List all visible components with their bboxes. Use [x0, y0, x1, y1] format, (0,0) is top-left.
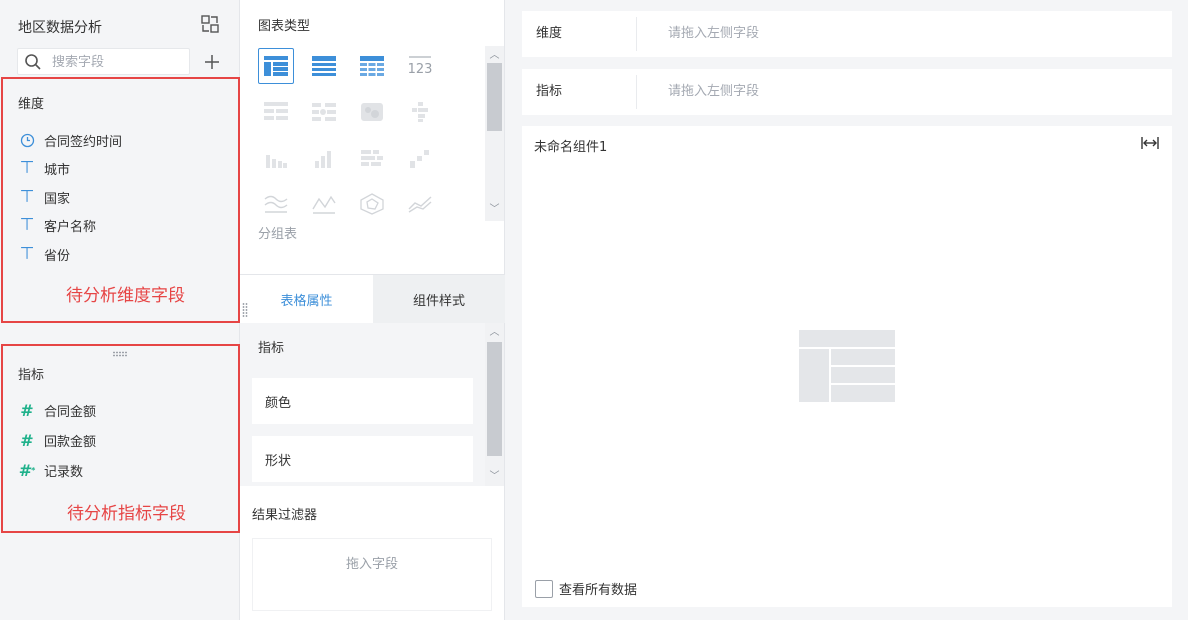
number-type-icon: #: [20, 430, 34, 450]
text-type-icon: ⊤: [19, 187, 35, 207]
property-tabs: 表格属性 组件样式: [240, 275, 505, 323]
dimension-field-item[interactable]: 合同签约时间: [18, 129, 122, 151]
add-field-icon[interactable]: [203, 53, 221, 71]
component-canvas: 未命名组件1 查看所有数据: [522, 126, 1172, 607]
view-all-data-option[interactable]: 查看所有数据: [535, 579, 637, 598]
dimension-field-item[interactable]: ⊤ 国家: [18, 186, 70, 208]
property-area: 指标 颜色 形状: [240, 323, 485, 486]
metric-dropzone[interactable]: 请拖入左侧字段: [668, 69, 759, 115]
disabled-chart-type-icon: [258, 94, 294, 130]
field-label: 回款金额: [44, 434, 97, 450]
metric-section-title: 指标: [18, 368, 45, 383]
preview-panel: 维度 请拖入左侧字段 指标 请拖入左侧字段 未命名组件1 查看所有数据: [506, 0, 1188, 620]
metric-field-item[interactable]: # 回款金额: [18, 429, 96, 451]
disabled-chart-type-icon: [306, 94, 342, 130]
field-search-input[interactable]: [52, 52, 184, 72]
field-label: 客户名称: [44, 219, 97, 235]
number-card-chart-button[interactable]: 123: [402, 48, 438, 84]
disabled-chart-type-icon: [354, 140, 390, 176]
field-label: 国家: [44, 191, 71, 207]
count-type-icon: # *: [18, 460, 36, 480]
shape-property-card[interactable]: 形状: [252, 436, 473, 482]
dimension-section-title: 维度: [18, 97, 45, 112]
field-label: 合同金额: [44, 404, 97, 420]
svg-text:123: 123: [408, 62, 433, 77]
detail-table-chart-button[interactable]: [354, 48, 390, 84]
row-separator: [636, 17, 637, 51]
scroll-up-icon[interactable]: ︿: [488, 50, 501, 62]
dimension-dropzone[interactable]: 请拖入左侧字段: [668, 11, 759, 57]
search-icon: [25, 54, 41, 70]
metric-row-label: 指标: [536, 84, 563, 99]
field-label: 省份: [44, 248, 71, 264]
scroll-up-icon[interactable]: ︿: [488, 327, 501, 339]
color-property-card[interactable]: 颜色: [252, 378, 473, 424]
disabled-chart-type-icon: [258, 140, 294, 176]
resize-handle-icon[interactable]: [242, 302, 248, 318]
tab-component-style[interactable]: 组件样式: [373, 275, 505, 323]
tab-table-properties[interactable]: 表格属性: [240, 275, 373, 323]
disabled-chart-type-icon: [354, 186, 390, 222]
disabled-chart-type-icon: [402, 140, 438, 176]
scrollbar-thumb[interactable]: [487, 342, 502, 456]
selected-chart-type-label: 分组表: [258, 227, 298, 242]
metric-field-item[interactable]: # * 记录数: [18, 459, 83, 481]
cross-table-chart-button[interactable]: [306, 48, 342, 84]
text-type-icon: ⊤: [19, 244, 35, 264]
empty-table-placeholder-icon: [799, 330, 895, 402]
field-label: 合同签约时间: [44, 134, 123, 150]
metric-drop-row[interactable]: 指标 请拖入左侧字段: [522, 69, 1172, 115]
scroll-down-icon[interactable]: ﹀: [488, 471, 501, 483]
dimension-row-label: 维度: [536, 26, 563, 41]
dimension-field-item[interactable]: ⊤ 省份: [18, 243, 70, 265]
text-type-icon: ⊤: [19, 215, 35, 235]
switch-dataset-icon[interactable]: [200, 14, 220, 34]
result-filter-title: 结果过滤器: [252, 508, 318, 523]
dimension-annotation: 待分析维度字段: [66, 286, 185, 306]
view-all-data-checkbox[interactable]: [535, 579, 553, 598]
clock-icon: [18, 131, 36, 149]
config-panel: 图表类型 123 分组表 ︿ ﹀ 表格属性 组件样式 指标 颜色 形状 ︿ ﹀ …: [240, 0, 505, 620]
scrollbar-thumb[interactable]: [487, 63, 502, 131]
grouped-table-chart-button[interactable]: [258, 48, 294, 84]
disabled-chart-type-icon: [306, 186, 342, 222]
disabled-chart-type-icon: [354, 94, 390, 130]
dataset-title: 地区数据分析: [18, 20, 102, 36]
disabled-chart-type-icon: [258, 186, 294, 222]
expand-width-icon[interactable]: [1141, 136, 1159, 150]
number-type-icon: #: [20, 400, 34, 420]
chart-type-grid: 123: [256, 46, 482, 221]
view-all-data-label: 查看所有数据: [559, 583, 638, 598]
dimension-drop-row[interactable]: 维度 请拖入左侧字段: [522, 11, 1172, 57]
disabled-chart-type-icon: [402, 94, 438, 130]
metric-annotation: 待分析指标字段: [67, 504, 186, 524]
chart-type-scrollbar[interactable]: ︿ ﹀: [485, 46, 504, 221]
field-search-box[interactable]: [17, 48, 190, 75]
scroll-down-icon[interactable]: ﹀: [488, 204, 501, 216]
metric-field-item[interactable]: # 合同金额: [18, 399, 96, 421]
component-title[interactable]: 未命名组件1: [534, 136, 607, 155]
field-label: 记录数: [44, 464, 84, 480]
property-section-title: 指标: [258, 341, 285, 356]
chart-type-title: 图表类型: [258, 19, 311, 34]
dimension-field-item[interactable]: ⊤ 城市: [18, 157, 70, 179]
text-type-icon: ⊤: [19, 158, 35, 178]
disabled-chart-type-icon: [306, 140, 342, 176]
row-separator: [636, 75, 637, 109]
dimension-field-item[interactable]: ⊤ 客户名称: [18, 214, 96, 236]
result-filter-dropzone[interactable]: 拖入字段: [252, 538, 492, 611]
field-label: 城市: [44, 162, 71, 178]
disabled-chart-type-icon: [402, 186, 438, 222]
property-scrollbar[interactable]: ︿ ﹀: [485, 323, 504, 486]
field-panel: 地区数据分析 维度 合同签约时间 ⊤ 城市 ⊤ 国家 ⊤ 客户名称 ⊤: [0, 0, 240, 620]
